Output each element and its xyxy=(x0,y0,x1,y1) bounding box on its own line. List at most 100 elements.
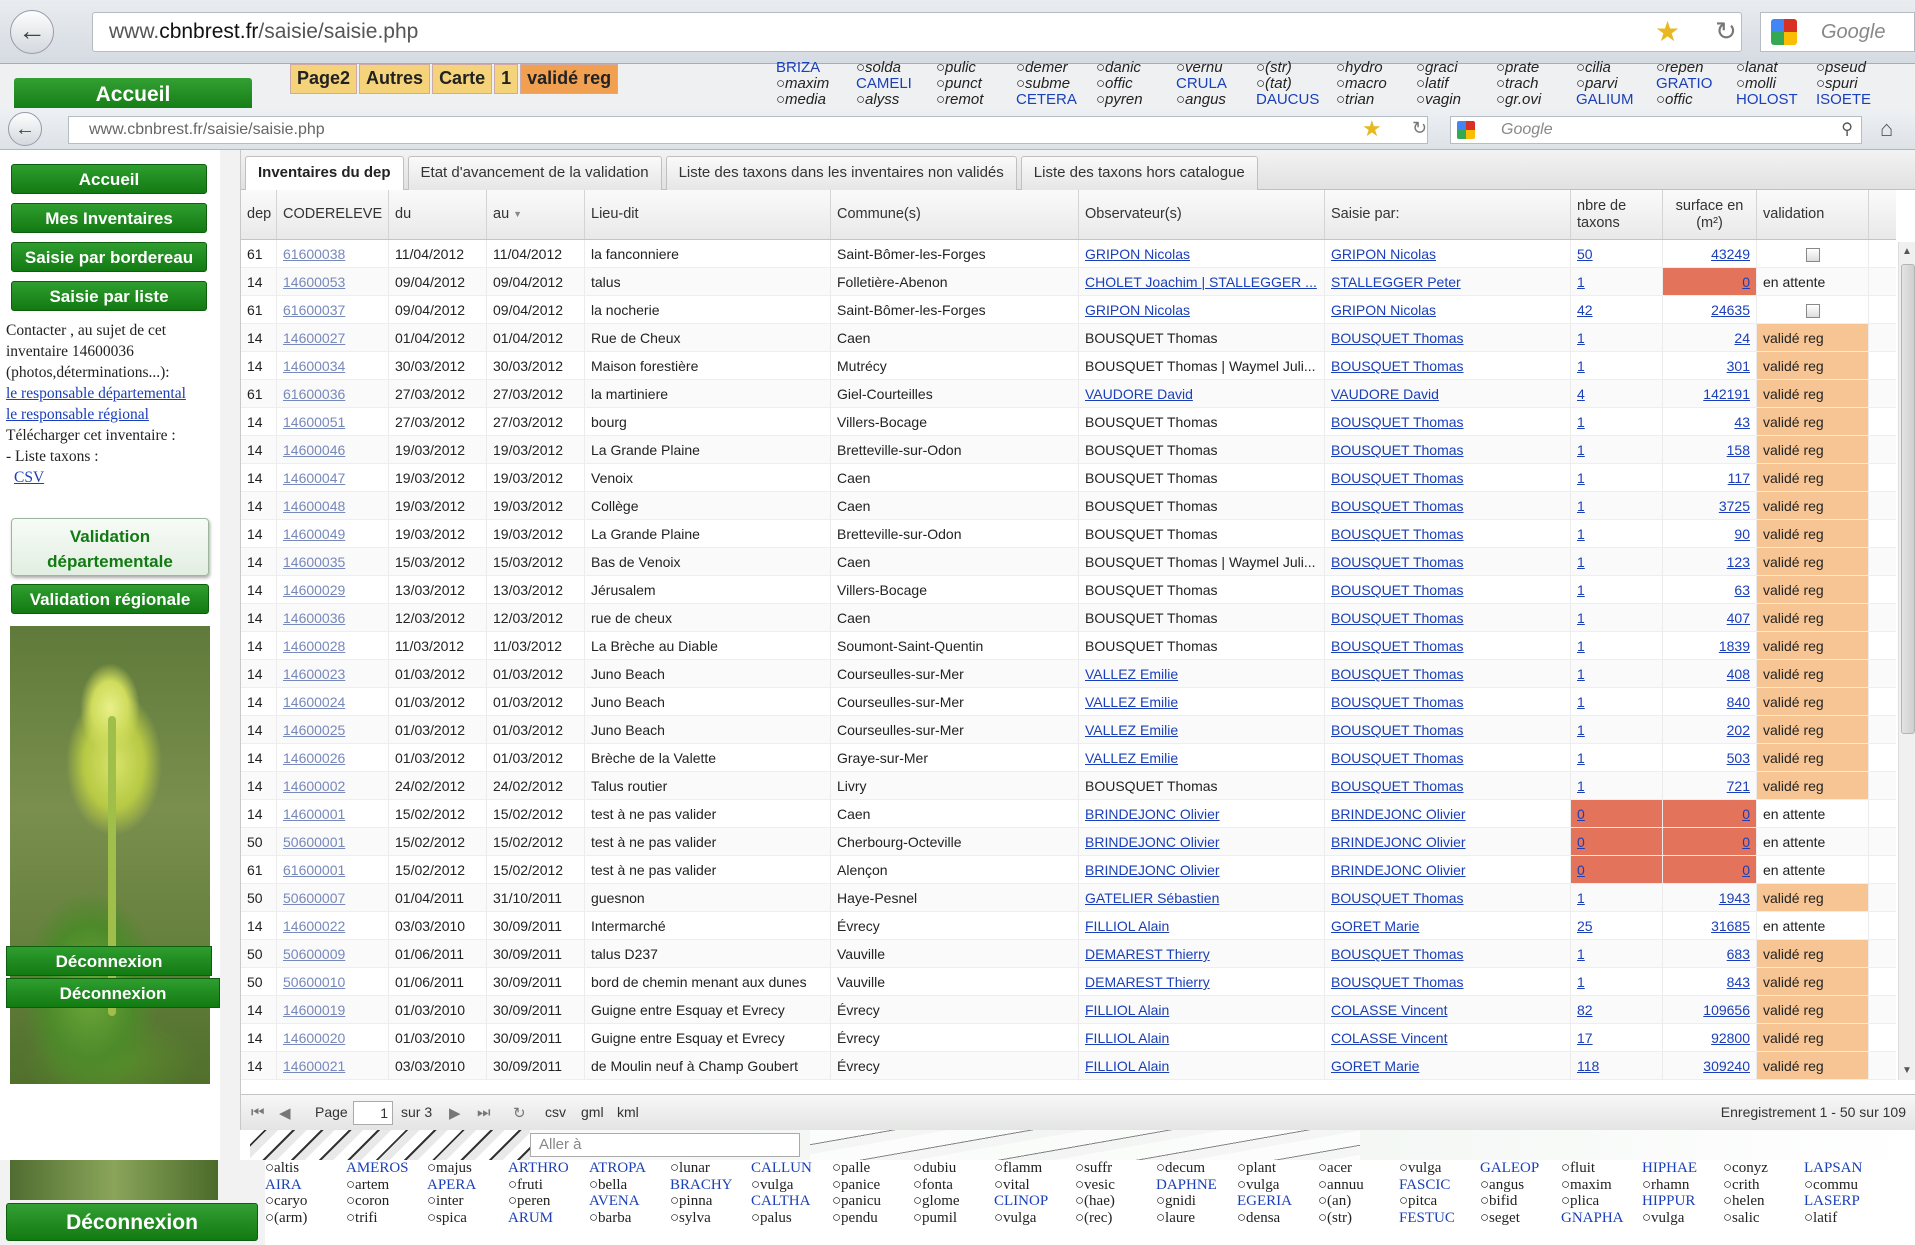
taxon-radio-option[interactable]: ○crith xyxy=(1723,1177,1804,1194)
col-validation[interactable]: validation xyxy=(1757,190,1869,239)
taxon-radio-option[interactable]: ○spuri xyxy=(1816,76,1896,92)
taxon-radio-option[interactable]: ○commu xyxy=(1804,1177,1885,1194)
cell-saisie-par-link[interactable]: BOUSQUET Thomas xyxy=(1331,778,1464,794)
taxon-radio-option[interactable]: ○maxim xyxy=(776,76,856,92)
cell-observateur-link[interactable]: VAUDORE David xyxy=(1085,386,1193,402)
cell-observateur-link[interactable]: DEMAREST Thierry xyxy=(1085,974,1210,990)
cell-codereleve[interactable]: 14600022 xyxy=(277,912,389,939)
cell-codereleve-link[interactable]: 61600036 xyxy=(283,386,345,402)
col-saisie-par[interactable]: Saisie par: xyxy=(1325,190,1571,239)
table-row[interactable]: 14 14600024 01/03/2012 01/03/2012 Juno Beach… xyxy=(241,688,1896,716)
taxon-radio-option[interactable]: ○pulic xyxy=(936,60,1016,76)
taxon-radio-option[interactable]: ○(str) xyxy=(1318,1210,1399,1227)
cell-saisie-par-link[interactable]: BOUSQUET Thomas xyxy=(1331,526,1464,542)
taxon-radio-option[interactable]: ○bella xyxy=(589,1177,670,1194)
cell-observateur[interactable]: VALLEZ Emilie xyxy=(1079,688,1325,715)
refresh-icon[interactable]: ↻ xyxy=(513,1104,526,1122)
cell-nbre-taxons-link[interactable]: 1 xyxy=(1577,470,1585,486)
table-row[interactable]: 14 14600046 19/03/2012 19/03/2012 La Grande … xyxy=(241,436,1896,464)
taxon-radio-option[interactable]: ○trian xyxy=(1336,92,1416,108)
cell-surface[interactable]: 43249 xyxy=(1663,240,1757,267)
outer-tab-autres[interactable]: Autres xyxy=(359,64,431,94)
cell-surface[interactable]: 840 xyxy=(1663,688,1757,715)
cell-nbre-taxons[interactable]: 1 xyxy=(1571,716,1663,743)
export-gml-button[interactable]: gml xyxy=(581,1104,604,1120)
table-row[interactable]: 14 14600036 12/03/2012 12/03/2012 rue de che… xyxy=(241,604,1896,632)
cell-nbre-taxons-link[interactable]: 0 xyxy=(1577,862,1585,878)
cell-saisie-par-link[interactable]: GORET Marie xyxy=(1331,1058,1419,1074)
cell-surface-link[interactable]: 31685 xyxy=(1711,918,1750,934)
cell-observateur-link[interactable]: GRIPON Nicolas xyxy=(1085,246,1190,262)
page-number-input[interactable]: 1 xyxy=(353,1101,393,1125)
cell-surface-link[interactable]: 301 xyxy=(1727,358,1750,374)
cell-saisie-par[interactable]: BOUSQUET Thomas xyxy=(1325,744,1571,771)
cell-observateur[interactable]: CHOLET Joachim | STALLEGGER ... xyxy=(1079,268,1325,295)
table-row[interactable]: 14 14600021 03/03/2010 30/09/2011 de Moulin … xyxy=(241,1052,1896,1080)
taxon-radio-option[interactable]: ○demer xyxy=(1016,60,1096,76)
taxon-radio-option[interactable]: ○repen xyxy=(1656,60,1736,76)
logout-button-ghost[interactable]: Déconnexion xyxy=(6,978,220,1008)
cell-saisie-par-link[interactable]: BOUSQUET Thomas xyxy=(1331,442,1464,458)
cell-observateur-link[interactable]: CHOLET Joachim | STALLEGGER ... xyxy=(1085,274,1317,290)
cell-codereleve-link[interactable]: 14600027 xyxy=(283,330,345,346)
taxon-radio-option[interactable]: ○lanat xyxy=(1736,60,1816,76)
cell-saisie-par[interactable]: BRINDEJONC Olivier xyxy=(1325,856,1571,883)
cell-observateur-link[interactable]: FILLIOL Alain xyxy=(1085,918,1169,934)
cell-surface[interactable]: 63 xyxy=(1663,576,1757,603)
cell-nbre-taxons[interactable]: 1 xyxy=(1571,968,1663,995)
cell-surface-link[interactable]: 840 xyxy=(1727,694,1750,710)
cell-observateur-link[interactable]: VALLEZ Emilie xyxy=(1085,750,1178,766)
cell-nbre-taxons[interactable]: 118 xyxy=(1571,1052,1663,1079)
cell-observateur[interactable]: GATELIER Sébastien xyxy=(1079,884,1325,911)
col-du[interactable]: du xyxy=(389,190,487,239)
cell-nbre-taxons[interactable]: 1 xyxy=(1571,492,1663,519)
col-surface[interactable]: surface en (m²) xyxy=(1663,190,1757,239)
taxon-radio-option[interactable]: ○pendu xyxy=(832,1210,913,1227)
table-row[interactable]: 14 14600026 01/03/2012 01/03/2012 Brèche de … xyxy=(241,744,1896,772)
taxon-radio-option[interactable]: ○graci xyxy=(1416,60,1496,76)
taxon-radio-option[interactable]: ○molli xyxy=(1736,76,1816,92)
cell-observateur[interactable]: GRIPON Nicolas xyxy=(1079,240,1325,267)
cell-codereleve-link[interactable]: 14600035 xyxy=(283,554,345,570)
cell-observateur-link[interactable]: FILLIOL Alain xyxy=(1085,1030,1169,1046)
taxon-radio-option[interactable]: ○glome xyxy=(913,1193,994,1210)
cell-codereleve[interactable]: 14600036 xyxy=(277,604,389,631)
cell-observateur-link[interactable]: GATELIER Sébastien xyxy=(1085,890,1219,906)
magnifier-icon[interactable]: ⚲ xyxy=(1841,117,1853,143)
taxon-radio-option[interactable]: ○seget xyxy=(1480,1210,1561,1227)
cell-surface[interactable]: 109656 xyxy=(1663,996,1757,1023)
cell-nbre-taxons-link[interactable]: 1 xyxy=(1577,414,1585,430)
cell-saisie-par-link[interactable]: BOUSQUET Thomas xyxy=(1331,470,1464,486)
cell-observateur-link[interactable]: VALLEZ Emilie xyxy=(1085,694,1178,710)
cell-saisie-par[interactable]: BOUSQUET Thomas xyxy=(1325,968,1571,995)
scroll-down-icon[interactable]: ▼ xyxy=(1902,1065,1912,1076)
outer-tab-valide-reg[interactable]: validé reg xyxy=(520,64,619,94)
cell-codereleve[interactable]: 61600037 xyxy=(277,296,389,323)
cell-surface[interactable]: 202 xyxy=(1663,716,1757,743)
cell-saisie-par-link[interactable]: BOUSQUET Thomas xyxy=(1331,554,1464,570)
cell-surface[interactable]: 503 xyxy=(1663,744,1757,771)
cell-saisie-par-link[interactable]: VAUDORE David xyxy=(1331,386,1439,402)
cell-codereleve[interactable]: 61600001 xyxy=(277,856,389,883)
taxon-radio-option[interactable]: ○vulga xyxy=(1642,1210,1723,1227)
table-row[interactable]: 14 14600027 01/04/2012 01/04/2012 Rue de Che… xyxy=(241,324,1896,352)
cell-codereleve[interactable]: 14600021 xyxy=(277,1052,389,1079)
taxon-radio-option[interactable]: ○lunar xyxy=(670,1160,751,1177)
cell-codereleve[interactable]: 14600051 xyxy=(277,408,389,435)
cell-codereleve[interactable]: 14600047 xyxy=(277,464,389,491)
cell-surface[interactable]: 301 xyxy=(1663,352,1757,379)
taxon-radio-option[interactable]: ○latif xyxy=(1416,76,1496,92)
cell-surface[interactable]: 0 xyxy=(1663,268,1757,295)
cell-codereleve[interactable]: 14600002 xyxy=(277,772,389,799)
cell-codereleve[interactable]: 14600023 xyxy=(277,660,389,687)
table-row[interactable]: 50 50600001 15/02/2012 15/02/2012 test à ne … xyxy=(241,828,1896,856)
taxon-radio-option[interactable]: ○acer xyxy=(1318,1160,1399,1177)
taxon-radio-option[interactable]: ○offic xyxy=(1656,92,1736,108)
table-row[interactable]: 14 14600035 15/03/2012 15/03/2012 Bas de Ven… xyxy=(241,548,1896,576)
cell-nbre-taxons-link[interactable]: 1 xyxy=(1577,330,1585,346)
cell-codereleve-link[interactable]: 14600019 xyxy=(283,1002,345,1018)
taxon-radio-option[interactable]: ○barba xyxy=(589,1210,670,1227)
cell-surface[interactable]: 90 xyxy=(1663,520,1757,547)
cell-codereleve[interactable]: 14600053 xyxy=(277,268,389,295)
cell-observateur[interactable]: FILLIOL Alain xyxy=(1079,1024,1325,1051)
